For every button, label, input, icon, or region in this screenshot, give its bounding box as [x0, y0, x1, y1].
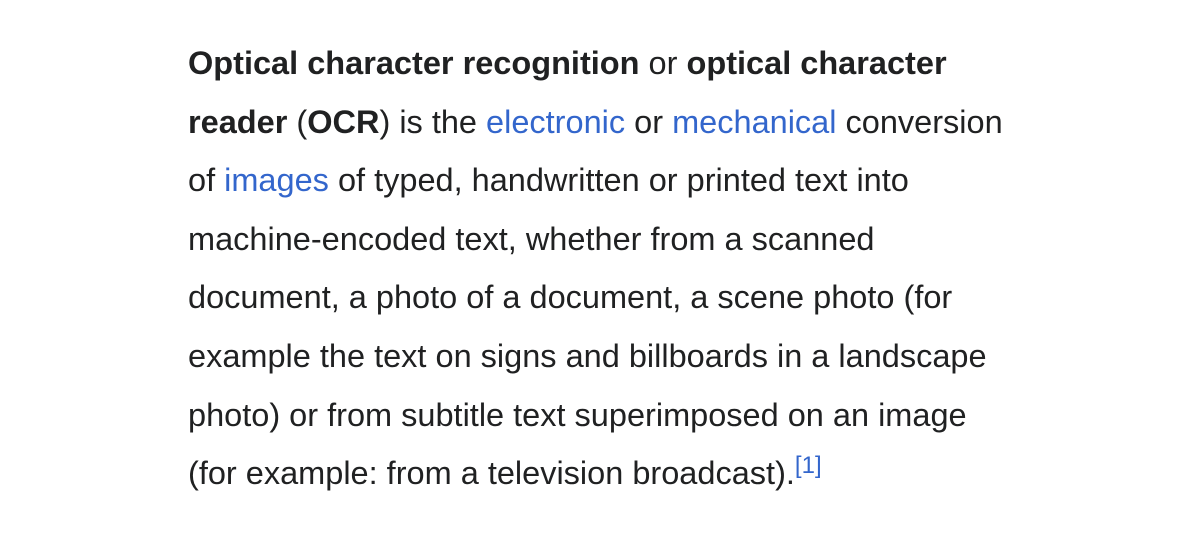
bold-term-ocr: Optical character recognition — [188, 45, 640, 81]
citation-superscript: [1] — [795, 452, 822, 479]
paragraph-line-3: of images of typed, handwritten or print… — [188, 151, 1118, 210]
citation-link-1[interactable]: [1] — [795, 452, 822, 479]
bold-abbreviation-ocr: OCR — [307, 103, 380, 140]
paragraph-line-6: example the text on signs and billboards… — [188, 337, 987, 374]
paragraph-line-4: machine-encoded text, whether from a sca… — [188, 220, 875, 257]
bold-term-ocr-reader-part1: optical character — [686, 45, 947, 81]
body-text: (for example: from a television broadcas… — [188, 455, 795, 492]
paragraph-line-7: photo) or from subtitle text superimpose… — [188, 396, 967, 433]
intro-paragraph: Optical character recognition or optical… — [188, 34, 1118, 503]
paragraph-line-2: reader (OCR) is the electronic or mechan… — [188, 93, 1118, 152]
link-electronic[interactable]: electronic — [486, 104, 625, 140]
paragraph-line-8: (for example: from a television broadcas… — [188, 444, 1118, 503]
body-text: conversion — [836, 103, 1003, 140]
connector-text: or — [639, 45, 687, 81]
link-images[interactable]: images — [224, 162, 329, 198]
definition-text: ) is the — [379, 103, 487, 140]
paragraph-line-1: Optical character recognition or optical… — [188, 34, 1118, 93]
connector-text: or — [625, 103, 673, 140]
paragraph-line-5: document, a photo of a document, a scene… — [188, 279, 953, 316]
paren-open-text: ( — [287, 103, 308, 140]
bold-term-ocr-reader-part2: reader — [188, 103, 288, 140]
body-text: of — [188, 162, 225, 199]
body-text: of typed, handwritten or printed text in… — [328, 162, 909, 199]
article-body: Optical character recognition or optical… — [188, 34, 1118, 503]
link-mechanical[interactable]: mechanical — [672, 104, 836, 140]
